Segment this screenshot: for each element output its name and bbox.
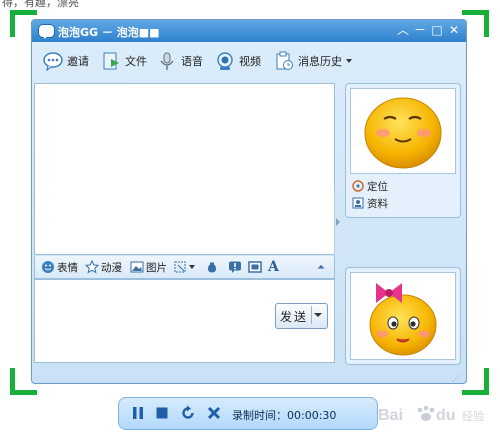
animation-label: 动漫 [101, 261, 122, 274]
profile-label: 资料 [367, 197, 388, 210]
send-button[interactable]: 发送 [275, 303, 328, 329]
video-button[interactable]: 视频 [214, 49, 261, 73]
send-separator [311, 306, 312, 324]
location-icon [352, 180, 364, 192]
image-label: 图片 [146, 261, 167, 274]
svg-text:经验: 经验 [462, 409, 484, 423]
restart-icon[interactable] [180, 405, 196, 421]
picture-frame-button[interactable] [248, 259, 264, 275]
invite-button[interactable]: 邀请 [42, 49, 89, 73]
screenshot-dropdown-icon[interactable] [189, 265, 195, 269]
image-icon [130, 261, 144, 273]
collapse-toolbar-button[interactable]: ⏶ [317, 259, 325, 275]
file-label: 文件 [125, 55, 147, 68]
file-icon [103, 52, 119, 70]
video-label: 视频 [239, 55, 261, 68]
minimize-button[interactable]: － [413, 23, 427, 37]
chat-window: 泡泡GG － 泡泡■■ ︿ － □ ✕ 邀请 文件 语音 视频 消息历史 表情 … [31, 19, 467, 384]
contact-avatar[interactable] [350, 88, 456, 174]
collapse-window-button[interactable]: ︿ [396, 23, 410, 37]
stop-icon[interactable] [154, 405, 170, 421]
speech-bubble-icon [229, 261, 241, 273]
voice-label: 语音 [181, 55, 203, 68]
profile-card-icon [352, 197, 364, 209]
microphone-icon [160, 52, 174, 70]
maximize-button[interactable]: □ [430, 23, 444, 37]
star-icon [85, 260, 99, 274]
gift-button[interactable] [205, 259, 221, 275]
svg-text:du: du [436, 407, 456, 424]
recording-time: 录制时间：00:00:30 [232, 409, 337, 422]
send-options-chevron-icon[interactable] [314, 313, 322, 317]
window-title: 泡泡GG － 泡泡■■ [58, 26, 160, 39]
baidu-paw-logo: Bai du 经验 [378, 405, 484, 424]
file-button[interactable]: 文件 [100, 49, 147, 73]
baidu-watermark: Bai du 经验 [376, 400, 496, 430]
message-history-button[interactable]: 消息历史 [273, 49, 352, 73]
camera-icon [217, 52, 233, 70]
main-toolbar: 邀请 文件 语音 视频 消息历史 [32, 44, 466, 78]
girl-face-avatar-icon [369, 283, 437, 356]
cancel-icon[interactable] [206, 405, 222, 421]
contact-panel: 定位 资料 [345, 83, 461, 218]
animation-button[interactable]: 动漫 [85, 259, 122, 275]
screenshot-icon [174, 261, 186, 273]
voice-button[interactable]: 语音 [156, 49, 203, 73]
side-panel-toggle[interactable] [334, 188, 341, 258]
close-button[interactable]: ✕ [447, 23, 461, 37]
title-bar[interactable]: 泡泡GG － 泡泡■■ ︿ － □ ✕ [32, 20, 466, 42]
emoji-button[interactable]: 表情 [41, 259, 78, 275]
chevron-down-icon [346, 59, 352, 63]
screenshot-button[interactable] [173, 259, 195, 275]
image-button[interactable]: 图片 [130, 259, 167, 275]
recording-bar: 录制时间：00:00:30 [118, 397, 378, 430]
locate-link[interactable]: 定位 [352, 179, 388, 193]
svg-text:Bai: Bai [378, 407, 403, 424]
font-button[interactable]: A [268, 259, 279, 275]
invite-icon [43, 52, 63, 72]
top-caption: 得，有趣，漂亮 [2, 0, 79, 9]
smiley-icon [42, 261, 54, 273]
app-chat-icon [38, 24, 55, 39]
profile-link[interactable]: 资料 [352, 196, 388, 210]
picture-frame-icon [248, 261, 262, 273]
invite-label: 邀请 [67, 55, 89, 68]
message-display-area[interactable] [34, 83, 335, 255]
history-icon [276, 51, 293, 70]
resize-grip[interactable]: ⋰ [452, 374, 462, 383]
smiling-face-avatar-icon [364, 97, 442, 169]
self-avatar[interactable] [350, 272, 456, 360]
emoji-label: 表情 [57, 261, 78, 274]
message-bubble-button[interactable] [228, 259, 244, 275]
pause-icon[interactable] [130, 405, 146, 421]
send-label: 发送 [280, 310, 309, 324]
history-label: 消息历史 [298, 55, 342, 68]
money-bag-icon [208, 262, 216, 273]
self-panel [345, 267, 461, 365]
input-toolbar: 表情 动漫 图片 A ⏶ [34, 256, 335, 279]
locate-label: 定位 [367, 180, 388, 193]
